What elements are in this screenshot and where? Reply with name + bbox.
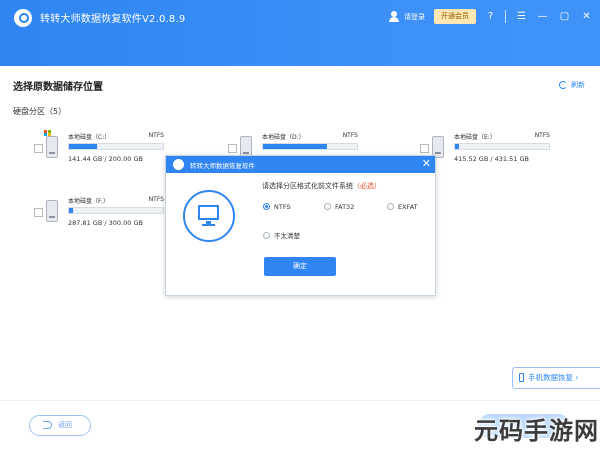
close-icon[interactable]: ✕: [422, 157, 431, 171]
radio-dot[interactable]: [324, 203, 331, 210]
minimize-icon[interactable]: —: [536, 10, 549, 23]
disk-usage-bar: [68, 143, 164, 150]
disk-size: 141.44 GB / 200.00 GB: [68, 155, 143, 163]
disk-card-f[interactable]: 本地磁盘（F:） NTFS 287.81 GB / 300.00 GB: [34, 192, 184, 242]
disk-name: 本地磁盘（F:）: [68, 198, 110, 205]
hard-drive-icon: [46, 200, 58, 222]
disk-size: 415.52 GB / 431.51 GB: [454, 155, 529, 163]
refresh-button[interactable]: 刷新: [571, 80, 585, 90]
disk-checkbox[interactable]: [34, 144, 43, 153]
dialog-header: 转转大师数据恢复软件 ✕: [166, 156, 435, 173]
disk-size: 287.81 GB / 300.00 GB: [68, 219, 143, 227]
radio-fat32[interactable]: FAT32: [324, 203, 354, 211]
phone-icon: [519, 373, 524, 382]
back-button[interactable]: 返回: [29, 415, 91, 436]
disk-filesystem: NTFS: [342, 132, 358, 139]
disk-card-e[interactable]: 本地磁盘（E:） NTFS 415.52 GB / 431.51 GB: [420, 128, 570, 178]
radio-dot[interactable]: [387, 203, 394, 210]
app-title: 转转大师数据恢复软件V2.0.8.9: [40, 14, 186, 25]
close-icon[interactable]: ✕: [580, 10, 593, 23]
disk-checkbox[interactable]: [34, 208, 43, 217]
page-title: 选择原数据储存位置: [13, 82, 103, 93]
hard-drive-icon: [46, 136, 58, 158]
site-watermark: 元码手游网: [474, 417, 599, 445]
menu-icon[interactable]: ☰: [515, 10, 528, 23]
refresh-icon[interactable]: [559, 81, 567, 89]
restore-icon[interactable]: ▢: [558, 10, 571, 23]
user-icon[interactable]: [389, 11, 399, 22]
disk-checkbox[interactable]: [228, 144, 237, 153]
back-icon: [43, 421, 52, 429]
disk-section-label: 硬盘分区（5）: [13, 107, 67, 116]
disk-usage-bar: [68, 207, 164, 214]
magnifier-logo-icon: [14, 9, 32, 27]
radio-unknown[interactable]: 不太清楚: [263, 230, 300, 240]
disk-usage-bar: [262, 143, 358, 150]
disk-card-c[interactable]: 本地磁盘（C:） NTFS 141.44 GB / 200.00 GB: [34, 128, 184, 178]
disk-name: 本地磁盘（E:）: [454, 134, 496, 141]
radio-label: NTFS: [274, 203, 291, 211]
login-link[interactable]: 请登录: [404, 12, 425, 22]
disk-filesystem: NTFS: [534, 132, 550, 139]
mobile-recover-label: 手机数据恢复 ›: [528, 373, 579, 382]
radio-label: FAT32: [335, 203, 355, 211]
radio-dot[interactable]: [263, 232, 270, 239]
dialog-title: 转转大师数据恢复软件: [190, 162, 255, 170]
titlebar-divider: [505, 10, 506, 23]
radio-label: EXFAT: [398, 203, 418, 211]
filesystem-dialog: 转转大师数据恢复软件 ✕ 请选择分区格式化前文件系统（必选） NTFS FAT3…: [165, 155, 436, 296]
vip-button[interactable]: 开通会员: [434, 9, 476, 24]
footer-divider: [0, 400, 600, 401]
radio-exfat[interactable]: EXFAT: [387, 203, 418, 211]
disk-filesystem: NTFS: [148, 196, 164, 203]
mobile-recover-button[interactable]: 手机数据恢复 ›: [512, 367, 600, 389]
back-label: 返回: [58, 421, 72, 429]
magnifier-logo-icon: [173, 159, 184, 170]
radio-label: 不太清楚: [274, 232, 300, 240]
radio-ntfs[interactable]: NTFS: [263, 203, 291, 211]
confirm-button[interactable]: 确定: [264, 257, 336, 276]
disk-checkbox[interactable]: [420, 144, 429, 153]
dialog-prompt: 请选择分区格式化前文件系统（必选）: [262, 181, 381, 191]
help-icon[interactable]: ?: [484, 10, 497, 23]
disk-name: 本地磁盘（C:）: [68, 134, 111, 141]
disk-name: 本地磁盘（D:）: [262, 134, 305, 141]
monitor-icon: [183, 190, 235, 242]
disk-usage-bar: [454, 143, 550, 150]
prompt-text: 请选择分区格式化前文件系统: [262, 182, 353, 190]
required-mark: （必选）: [353, 182, 381, 190]
title-bar: 转转大师数据恢复软件V2.0.8.9 请登录 开通会员 ? ☰ — ▢ ✕: [0, 0, 600, 66]
radio-dot[interactable]: [263, 203, 270, 210]
disk-filesystem: NTFS: [148, 132, 164, 139]
